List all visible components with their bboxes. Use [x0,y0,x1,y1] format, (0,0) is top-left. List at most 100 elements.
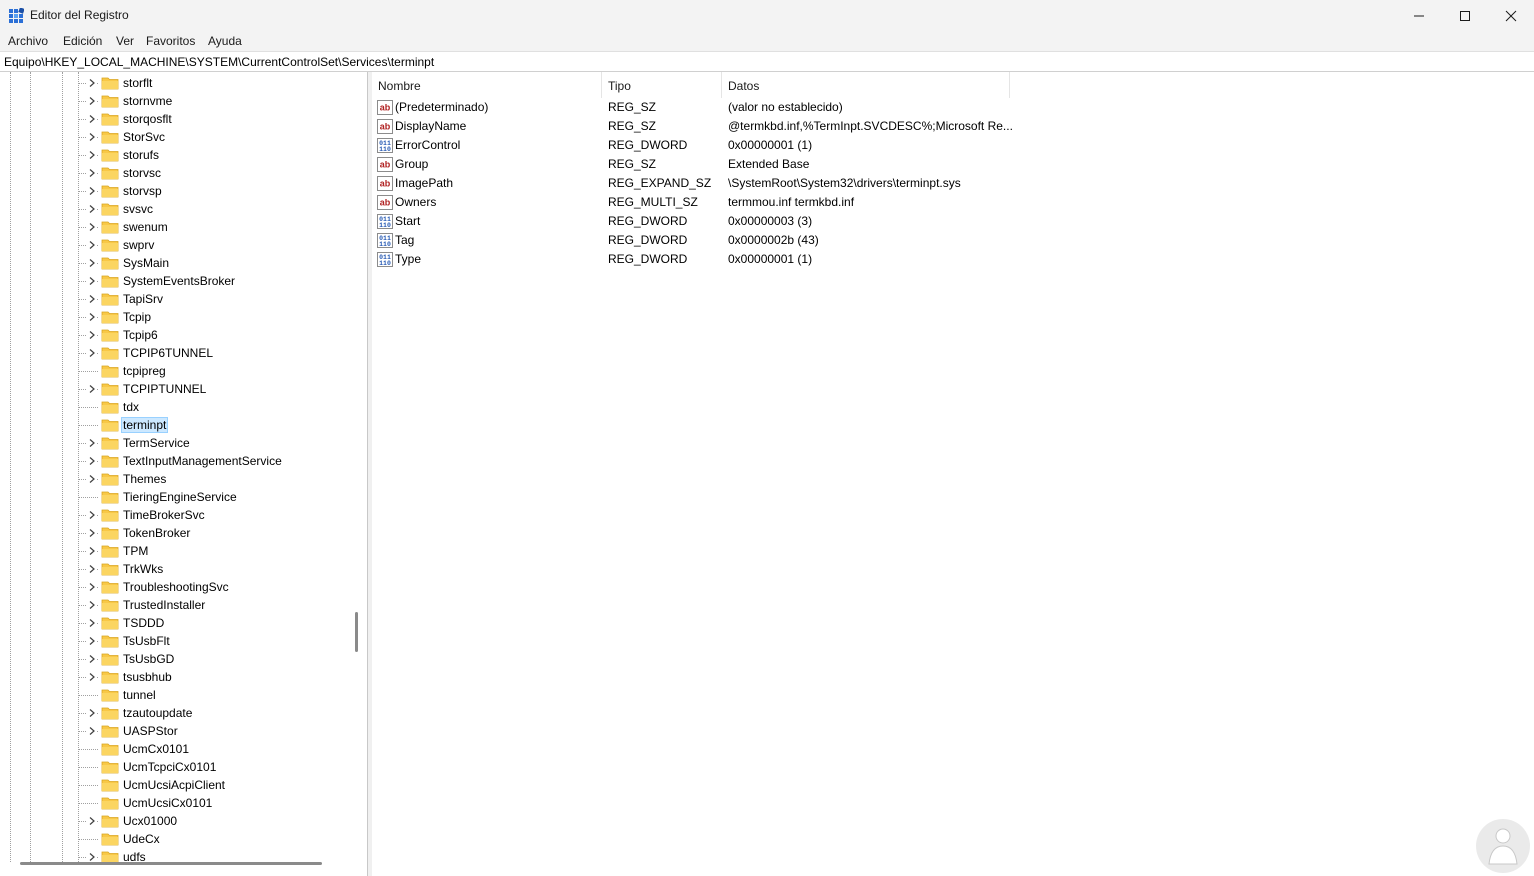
expand-chevron-icon[interactable] [87,204,97,214]
tree-item[interactable]: UcmTcpciCx0101 [0,758,348,776]
tree-item-label-selected[interactable]: terminpt [121,417,169,433]
tree-item[interactable]: tunnel [0,686,348,704]
tree-item[interactable]: UcmUcsiCx0101 [0,794,348,812]
expand-chevron-icon[interactable] [87,348,97,358]
tree-item-label[interactable]: stornvme [121,93,174,109]
tree-item[interactable]: TsUsbGD [0,650,348,668]
value-row[interactable]: ab Owners REG_MULTI_SZ termmou.inf termkbd.… [372,193,1012,212]
maximize-button[interactable] [1442,0,1488,31]
expand-chevron-icon[interactable] [87,510,97,520]
expand-chevron-icon[interactable] [87,600,97,610]
expand-chevron-icon[interactable] [87,546,97,556]
tree-item[interactable]: Tcpip [0,308,348,326]
value-row[interactable]: ab ImagePath REG_EXPAND_SZ \SystemRoot\Syst… [372,174,1012,193]
tree-item[interactable]: storvsp [0,182,348,200]
tree-item[interactable]: swenum [0,218,348,236]
tree-item-label[interactable]: Ucx01000 [121,813,179,829]
expand-chevron-icon[interactable] [87,114,97,124]
tree-item-label[interactable]: Themes [121,471,168,487]
tree-item-label[interactable]: TSDDD [121,615,166,631]
tree-item-label[interactable]: UcmUcsiAcpiClient [121,777,227,793]
tree-item[interactable]: TermService [0,434,348,452]
tree-item[interactable]: TokenBroker [0,524,348,542]
tree-item-label[interactable]: TrkWks [121,561,165,577]
tree-item-label[interactable]: UASPStor [121,723,180,739]
value-row[interactable]: 011 110 Start REG_DWORD 0x00000003 (3) [372,212,1012,231]
tree-item[interactable]: storvsc [0,164,348,182]
tree-item-label[interactable]: swenum [121,219,170,235]
tree-item-label[interactable]: TsUsbFlt [121,633,172,649]
menu-ver[interactable]: Ver [116,34,134,48]
expand-chevron-icon[interactable] [87,564,97,574]
value-row[interactable]: ab Group REG_SZ Extended Base [372,155,1012,174]
tree-item-label[interactable]: tsusbhub [121,669,174,685]
expand-chevron-icon[interactable] [87,258,97,268]
tree-item-label[interactable]: swprv [121,237,156,253]
tree-item[interactable]: UdeCx [0,830,348,848]
tree-item-label[interactable]: storufs [121,147,161,163]
tree-item[interactable]: storflt [0,74,348,92]
tree-item[interactable]: terminpt [0,416,348,434]
tree-item[interactable]: UcmCx0101 [0,740,348,758]
tree-item-label[interactable]: storvsc [121,165,163,181]
tree-item-label[interactable]: StorSvc [121,129,167,145]
tree-item-label[interactable]: TCPIP6TUNNEL [121,345,215,361]
tree-item[interactable]: TsUsbFlt [0,632,348,650]
tree-item-label[interactable]: tzautoupdate [121,705,194,721]
tree-item[interactable]: SystemEventsBroker [0,272,348,290]
tree-item[interactable]: TimeBrokerSvc [0,506,348,524]
menu-archivo[interactable]: Archivo [8,34,48,48]
expand-chevron-icon[interactable] [87,852,97,862]
expand-chevron-icon[interactable] [87,186,97,196]
expand-chevron-icon[interactable] [87,816,97,826]
tree-item-label[interactable]: Tcpip6 [121,327,160,343]
tree-item[interactable]: UcmUcsiAcpiClient [0,776,348,794]
tree-item[interactable]: SysMain [0,254,348,272]
column-header-nombre[interactable]: Nombre [372,72,602,98]
expand-chevron-icon[interactable] [87,456,97,466]
address-path[interactable]: Equipo\HKEY_LOCAL_MACHINE\SYSTEM\Current… [4,55,434,69]
minimize-button[interactable] [1396,0,1442,31]
tree-item[interactable]: TrkWks [0,560,348,578]
tree-item[interactable]: svsvc [0,200,348,218]
expand-chevron-icon[interactable] [87,150,97,160]
tree-item[interactable]: storufs [0,146,348,164]
key-tree-pane[interactable]: storflt stornvme storqosflt StorSvc storufs s… [0,72,368,876]
tree-item[interactable]: Themes [0,470,348,488]
tree-vertical-scrollbar[interactable] [355,612,358,652]
tree-item[interactable]: TapiSrv [0,290,348,308]
menu-favoritos[interactable]: Favoritos [146,34,195,48]
expand-chevron-icon[interactable] [87,294,97,304]
tree-item-label[interactable]: tunnel [121,687,158,703]
tree-item-label[interactable]: storqosflt [121,111,174,127]
tree-item-label[interactable]: TextInputManagementService [121,453,284,469]
expand-chevron-icon[interactable] [87,528,97,538]
address-bar[interactable]: Equipo\HKEY_LOCAL_MACHINE\SYSTEM\Current… [0,51,1534,72]
column-header-tipo[interactable]: Tipo [602,72,722,98]
tree-item[interactable]: stornvme [0,92,348,110]
tree-item-label[interactable]: tcpipreg [121,363,168,379]
expand-chevron-icon[interactable] [87,726,97,736]
tree-item-label[interactable]: TroubleshootingSvc [121,579,231,595]
tree-item-label[interactable]: TokenBroker [121,525,192,541]
tree-item-label[interactable]: svsvc [121,201,155,217]
tree-item-label[interactable]: UdeCx [121,831,162,847]
tree-item[interactable]: TCPIP6TUNNEL [0,344,348,362]
tree-item-label[interactable]: tdx [121,399,141,415]
tree-item-label[interactable]: UcmUcsiCx0101 [121,795,214,811]
expand-chevron-icon[interactable] [87,168,97,178]
tree-item-label[interactable]: TapiSrv [121,291,165,307]
tree-item[interactable]: TextInputManagementService [0,452,348,470]
tree-item[interactable]: tzautoupdate [0,704,348,722]
tree-item[interactable]: TCPIPTUNNEL [0,380,348,398]
tree-item-label[interactable]: SysMain [121,255,171,271]
expand-chevron-icon[interactable] [87,654,97,664]
menu-edicion[interactable]: Edición [63,34,102,48]
tree-item[interactable]: Ucx01000 [0,812,348,830]
expand-chevron-icon[interactable] [87,474,97,484]
expand-chevron-icon[interactable] [87,240,97,250]
tree-item[interactable]: TSDDD [0,614,348,632]
tree-item-label[interactable]: UcmTcpciCx0101 [121,759,218,775]
expand-chevron-icon[interactable] [87,672,97,682]
tree-item-label[interactable]: TCPIPTUNNEL [121,381,208,397]
